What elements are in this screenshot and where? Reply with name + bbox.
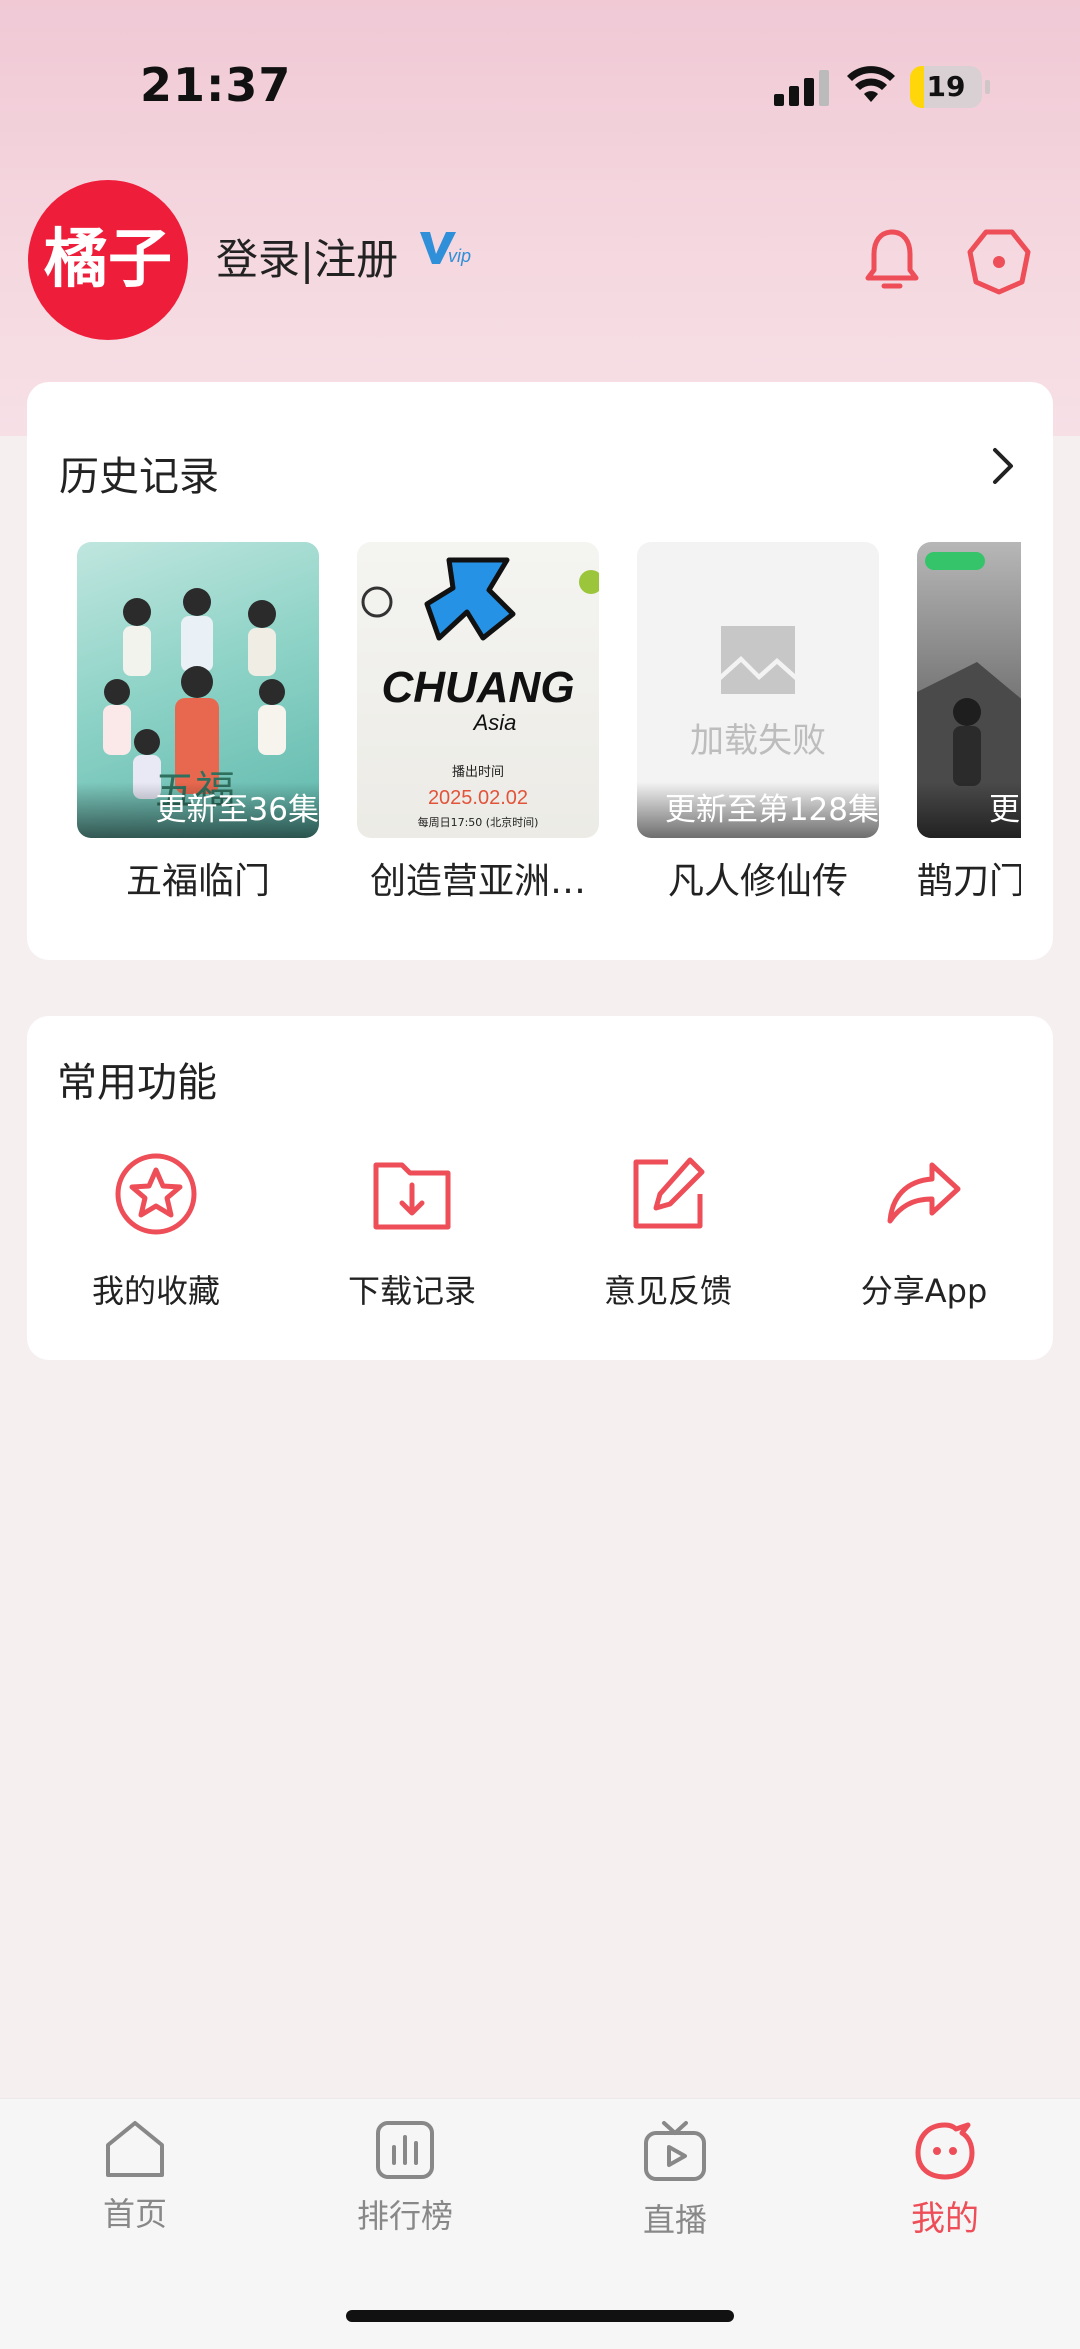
function-label: 我的收藏 <box>91 1272 220 1310</box>
svg-text:2025.02.02: 2025.02.02 <box>428 787 528 809</box>
download-history-button[interactable]: 下载记录 <box>302 1146 522 1312</box>
episode-badge: 更新至第128集 <box>637 782 879 838</box>
avatar[interactable]: 橘子 <box>28 180 188 340</box>
cellular-signal-icon <box>774 70 830 106</box>
history-item-title: 五福临门 <box>125 861 270 902</box>
episode-badge: 更新至36集 <box>77 782 319 838</box>
svg-text:Asia: Asia <box>472 710 517 735</box>
common-functions-card: 常用功能 我的收藏 下载记录 意见反馈 分享App <box>27 1016 1053 1360</box>
vip-badge-icon[interactable]: vip <box>418 228 474 268</box>
tab-label: 我的 <box>911 2199 979 2239</box>
chevron-right-icon[interactable] <box>991 446 1015 486</box>
download-folder-icon <box>373 1162 451 1230</box>
svg-text:CHUANG: CHUANG <box>381 663 574 712</box>
poster-image: 加载失败 更新至第128集 <box>637 542 879 838</box>
face-icon <box>915 2122 975 2180</box>
function-label: 分享App <box>860 1272 988 1310</box>
episode-badge: 更 <box>917 782 1021 838</box>
history-item[interactable]: 五福 更新至36集 五福临门 <box>77 542 319 904</box>
battery-level: 19 <box>926 70 966 103</box>
favorites-button[interactable]: 我的收藏 <box>46 1146 266 1312</box>
svg-text:加载失败: 加载失败 <box>690 721 826 761</box>
chart-icon <box>376 2121 434 2179</box>
svg-text:vip: vip <box>448 246 471 266</box>
home-icon <box>106 2121 164 2177</box>
share-app-button[interactable]: 分享App <box>814 1146 1034 1312</box>
tab-live[interactable]: 直播 <box>585 2119 765 2241</box>
poster-image: 更 <box>917 542 1021 838</box>
tab-label: 直播 <box>642 2201 707 2239</box>
history-item[interactable]: CHUANG Asia 播出时间 2025.02.02 每周日17:50 (北京… <box>357 542 599 904</box>
edit-icon <box>633 1157 705 1229</box>
tab-ranking[interactable]: 排行榜 <box>315 2119 495 2237</box>
share-icon <box>887 1162 961 1224</box>
svg-text:播出时间: 播出时间 <box>452 765 504 780</box>
poster-image: 五福 更新至36集 <box>77 542 319 838</box>
history-item-title: 创造营亚洲… <box>369 861 586 902</box>
bell-icon[interactable] <box>862 226 922 292</box>
function-label: 下载记录 <box>347 1272 476 1310</box>
status-time: 21:37 <box>140 58 292 112</box>
wifi-icon <box>847 66 895 102</box>
tab-label: 首页 <box>102 2195 167 2233</box>
star-icon <box>115 1153 197 1235</box>
function-label: 意见反馈 <box>603 1272 732 1310</box>
tab-label: 排行榜 <box>356 2197 453 2235</box>
home-indicator <box>346 2310 734 2322</box>
tab-mine[interactable]: 我的 <box>855 2119 1035 2240</box>
history-item[interactable]: 更 鹊刀门 <box>917 542 1021 904</box>
functions-title: 常用功能 <box>57 1060 217 1106</box>
status-bar: 21:37 19 <box>0 0 1080 130</box>
history-item-title: 鹊刀门 <box>917 861 1021 902</box>
history-item[interactable]: 加载失败 更新至第128集 凡人修仙传 <box>637 542 879 904</box>
poster-image: CHUANG Asia 播出时间 2025.02.02 每周日17:50 (北京… <box>357 542 599 838</box>
tab-home[interactable]: 首页 <box>45 2119 225 2235</box>
battery-icon: 19 <box>910 66 982 108</box>
history-item-title: 凡人修仙传 <box>667 861 848 902</box>
history-title: 历史记录 <box>59 454 219 500</box>
tv-icon <box>644 2121 706 2181</box>
feedback-button[interactable]: 意见反馈 <box>558 1146 778 1312</box>
login-register-link[interactable]: 登录|注册 <box>216 226 398 287</box>
history-list: 五福 更新至36集 五福临门 CHUANG Asia 播出时间 2025.02.… <box>77 542 1021 922</box>
history-card: 历史记录 五福 更新至36集 五福临门 <box>27 382 1053 960</box>
svg-text:每周日17:50 (北京时间): 每周日17:50 (北京时间) <box>418 815 539 829</box>
settings-icon[interactable] <box>964 226 1034 296</box>
